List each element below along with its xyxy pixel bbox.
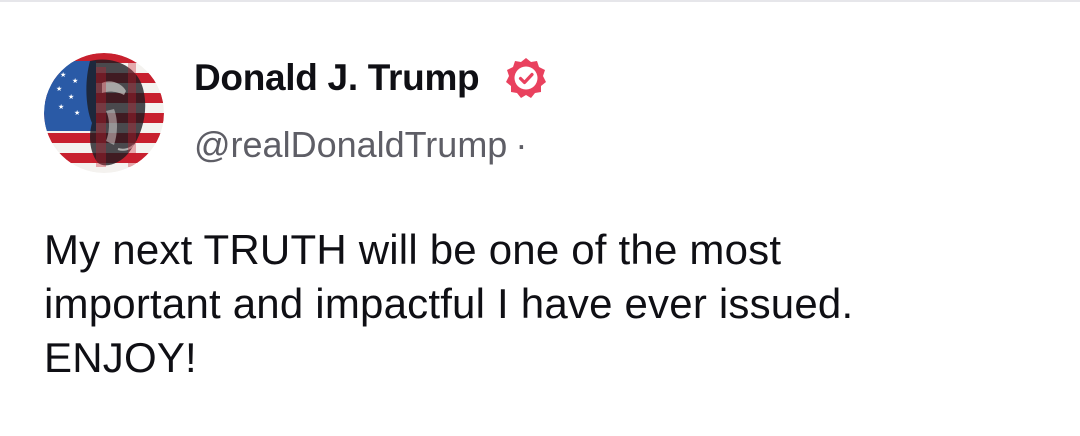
svg-text:★: ★ [74, 109, 80, 117]
display-name[interactable]: Donald J. Trump [194, 54, 480, 102]
svg-text:★: ★ [60, 71, 66, 79]
svg-text:★: ★ [72, 77, 78, 85]
verified-badge-icon [506, 58, 546, 98]
post-card: ★ ★ ★ ★ ★ ★ Donald J. Trump @realDonaldT… [0, 0, 1080, 436]
svg-text:★: ★ [56, 85, 62, 93]
handle-row: @realDonaldTrump · [194, 121, 527, 169]
svg-text:★: ★ [68, 93, 74, 101]
post-text-line: My next TRUTH will be one of the most [44, 226, 782, 273]
post-text-line: important and impactful I have ever issu… [44, 280, 854, 327]
svg-text:★: ★ [58, 103, 64, 111]
post-text-line: ENJOY! [44, 334, 197, 381]
handle[interactable]: @realDonaldTrump [194, 124, 507, 165]
avatar[interactable]: ★ ★ ★ ★ ★ ★ [44, 53, 164, 173]
post-text: My next TRUTH will be one of the most im… [44, 223, 1054, 385]
timestamp-separator: · [515, 124, 528, 165]
avatar-image: ★ ★ ★ ★ ★ ★ [44, 53, 164, 173]
